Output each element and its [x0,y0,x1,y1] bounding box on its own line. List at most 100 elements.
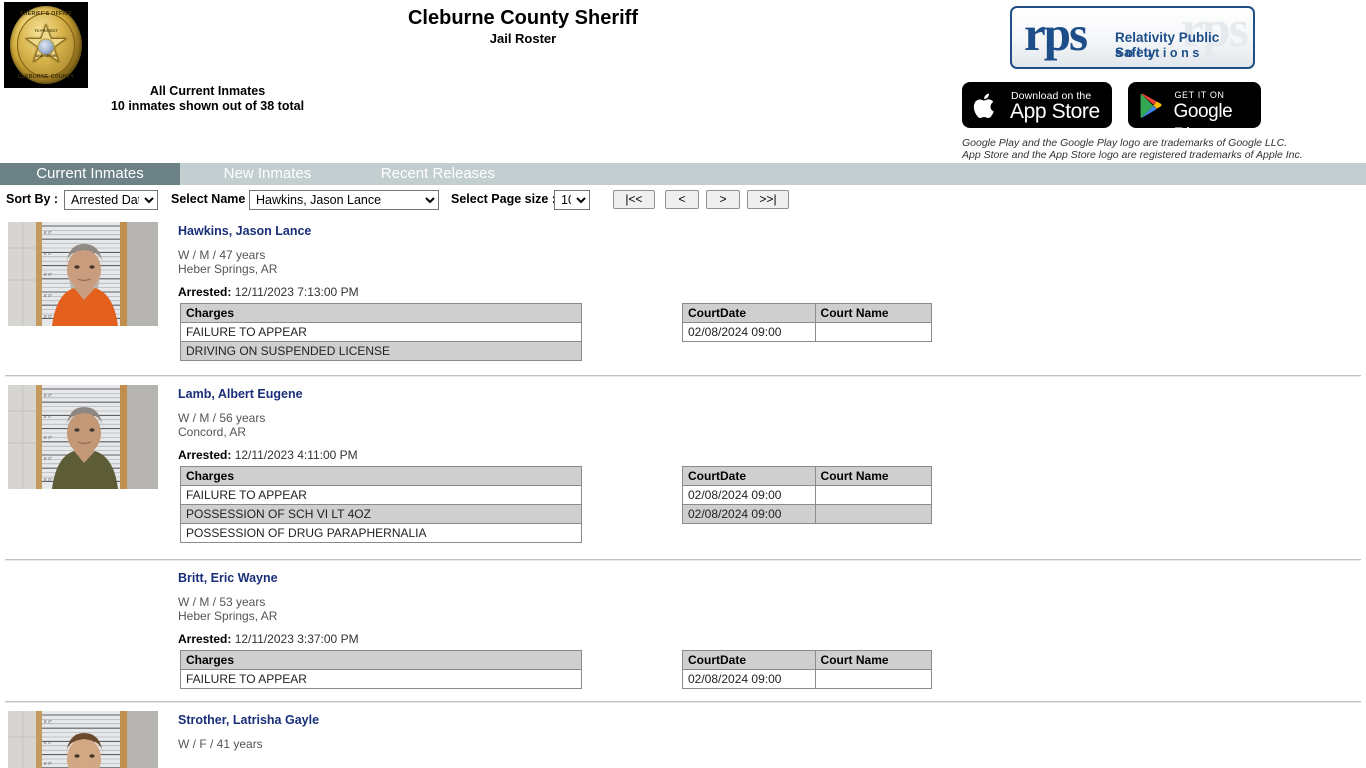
court-row: 02/08/2024 09:00 [682,504,933,524]
inmate-demographics: W / M / 53 years Heber Springs, AR [178,595,278,623]
previous-page-button[interactable]: < [665,190,699,209]
page-title-block: Cleburne County Sheriff Jail Roster [0,6,1046,48]
charges-and-court-tables: Charges FAILURE TO APPEAR DRIVING ON SUSP… [178,303,1366,369]
inmate-name-link[interactable]: Hawkins, Jason Lance [178,224,311,238]
charges-and-court-tables: Charges FAILURE TO APPEAR CourtDate Cour… [178,650,1366,695]
filter-toolbar: Sort By : Arrested Date Select Name : Ha… [0,188,1366,212]
svg-text:6' 0": 6' 0" [44,740,53,745]
charges-table: Charges FAILURE TO APPEAR [180,650,582,689]
tab-current-inmates[interactable]: Current Inmates [0,163,180,185]
svg-text:6' 0": 6' 0" [44,761,53,766]
inmate-mugshot[interactable]: 6' 0"6' 0"6' 0"6' 0"6' 0" [8,711,158,768]
inmate-record: Britt, Eric Wayne W / M / 53 years Heber S… [0,559,1366,695]
inmate-arrested-date: Arrested: 12/11/2023 4:11:00 PM [178,448,358,462]
svg-text:6' 0": 6' 0" [44,293,53,298]
roster-summary: All Current Inmates 10 inmates shown out… [55,84,360,114]
inmate-mugshot[interactable]: 6' 0"6' 0"6' 0"6' 0"6' 0" [8,222,158,326]
page-size-select[interactable]: 10 [554,190,590,210]
tab-bar: Current Inmates New Inmates Recent Relea… [0,163,1366,185]
google-play-line1: GET IT ON [1174,90,1225,100]
badge-bottom-text: CLEBURNE COUNTY [17,74,75,80]
charge-cell: POSSESSION OF SCH VI LT 4OZ [180,504,582,524]
inmate-record: 6' 0"6' 0"6' 0"6' 0"6' 0" Strother, Latr… [0,701,1366,768]
court-row: 02/08/2024 09:00 [682,485,933,505]
inmate-name-link[interactable]: Lamb, Albert Eugene [178,387,303,401]
charge-cell: POSSESSION OF DRUG PARAPHERNALIA [180,523,582,543]
charge-cell: FAILURE TO APPEAR [180,669,582,689]
court-date-cell: 02/08/2024 09:00 [682,485,816,505]
first-page-button[interactable]: |<< [613,190,655,209]
court-date-cell: 02/08/2024 09:00 [682,322,816,342]
svg-text:6' 0": 6' 0" [44,477,53,482]
svg-text:6' 0": 6' 0" [44,393,53,398]
svg-text:6' 0": 6' 0" [44,435,53,440]
inmate-details: Lamb, Albert Eugene W / M / 56 years Conco… [178,385,1366,553]
court-date-header: CourtDate [682,650,816,670]
trademark-line-google: Google Play and the Google Play logo are… [962,137,1288,149]
next-page-button[interactable]: > [706,190,740,209]
inmate-details: Hawkins, Jason Lance W / M / 47 years Hebe… [178,222,1366,369]
select-name-dropdown[interactable]: Hawkins, Jason Lance [249,190,439,210]
charge-row: POSSESSION OF DRUG PARAPHERNALIA [180,523,582,543]
tab-recent-releases[interactable]: Recent Releases [355,163,521,185]
charges-table: Charges FAILURE TO APPEAR POSSESSION OF S… [180,466,582,543]
charge-row: FAILURE TO APPEAR [180,322,582,342]
inmate-mugshot[interactable]: 6' 0" 6' 0" 6' 0" 6' 0" 6' 0" [8,385,158,489]
sort-by-select[interactable]: Arrested Date [64,190,158,210]
charge-row: DRIVING ON SUSPENDED LICENSE [180,341,582,361]
inmate-details: Britt, Eric Wayne W / M / 53 years Heber S… [178,569,1366,695]
court-row: 02/08/2024 09:00 [682,322,933,342]
trademark-line-apple: App Store and the App Store logo are reg… [962,148,1303,161]
svg-text:6' 0": 6' 0" [44,251,53,256]
inmate-roster-list: 6' 0" 6' 0" 6' 0" 6' 0" 6' 0" Hawkins, Jason… [0,214,1366,768]
court-name-header: Court Name [814,466,933,486]
rps-vendor-logo[interactable]: rps rps Relativity Public Safety solutio… [1010,6,1255,69]
court-name-cell [814,669,933,689]
page-size-label: Select Page size : [451,192,556,206]
trademark-notice: Google Play and the Google Play logo are… [962,137,1303,161]
court-date-cell: 02/08/2024 09:00 [682,504,816,524]
page-title: Cleburne County Sheriff [407,7,638,29]
court-name-header: Court Name [814,650,933,670]
court-table: CourtDate Court Name 02/08/2024 09:00 [682,303,933,342]
svg-text:6' 0": 6' 0" [44,456,53,461]
google-play-button[interactable]: GET IT ON Google Play [1128,82,1262,146]
select-name-label: Select Name : [171,192,253,206]
inmate-name-link[interactable]: Britt, Eric Wayne [178,571,278,585]
inmate-demographics: W / F / 41 years [178,737,263,751]
inmate-demographics: W / M / 47 years Heber Springs, AR [178,248,278,276]
app-store-button[interactable]: Download on the App Store [962,82,1112,128]
court-date-cell: 02/08/2024 09:00 [682,669,816,689]
court-date-header: CourtDate [682,303,816,323]
svg-text:6' 0": 6' 0" [44,272,53,277]
app-store-line2: App Store [1010,100,1100,123]
sort-by-label: Sort By : [6,192,59,206]
inmate-name-link[interactable]: Strother, Latrisha Gayle [178,713,319,727]
badge-motto-line2: AND SERVE [35,54,57,58]
svg-text:6' 0": 6' 0" [44,414,53,419]
rps-tagline-line2: solutions [1115,46,1203,60]
charge-row: FAILURE TO APPEAR [180,669,582,689]
inmate-details: Strother, Latrisha Gayle W / F / 41 years [178,711,1366,751]
svg-text:6' 0": 6' 0" [44,230,53,235]
court-name-cell [814,322,933,342]
charge-row: FAILURE TO APPEAR [180,485,582,505]
tab-new-inmates[interactable]: New Inmates [184,163,350,185]
court-row: 02/08/2024 09:00 [682,669,933,689]
charge-cell: FAILURE TO APPEAR [180,485,582,505]
google-play-icon [1141,93,1162,118]
court-table: CourtDate Court Name 02/08/2024 09:00 02… [682,466,933,524]
charge-cell: FAILURE TO APPEAR [180,322,582,342]
last-page-button[interactable]: >>| [747,190,789,209]
court-table: CourtDate Court Name 02/08/2024 09:00 [682,650,933,689]
court-name-cell [814,485,933,505]
court-name-cell [814,504,933,524]
roster-scope-label: All Current Inmates [149,84,266,98]
inmate-record: 6' 0" 6' 0" 6' 0" 6' 0" 6' 0" Hawkins, Jason… [0,214,1366,369]
page-subtitle: Jail Roster [489,31,557,46]
charge-cell: DRIVING ON SUSPENDED LICENSE [180,341,582,361]
court-date-header: CourtDate [682,466,816,486]
charge-row: POSSESSION OF SCH VI LT 4OZ [180,504,582,524]
charges-and-court-tables: Charges FAILURE TO APPEAR POSSESSION OF S… [178,466,1366,553]
court-name-header: Court Name [814,303,933,323]
